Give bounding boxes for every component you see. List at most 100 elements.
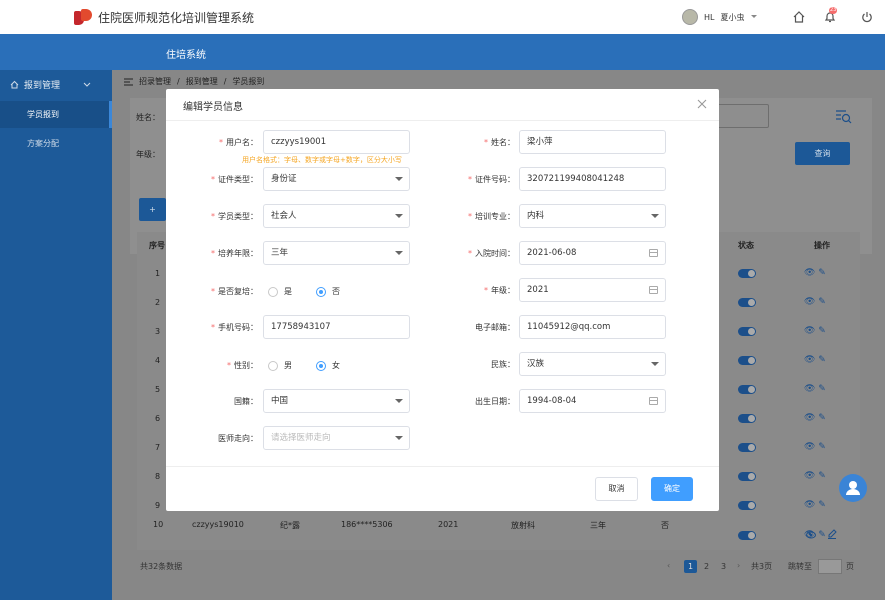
status-toggle[interactable] (738, 414, 756, 423)
grade-picker[interactable]: 2021 (519, 278, 666, 302)
repeat-no-radio[interactable]: 否 (316, 286, 340, 297)
app-title: 住院医师规范化培训管理系统 (98, 10, 255, 25)
query-button[interactable]: 查询 (795, 142, 850, 165)
chevron-down-icon (395, 177, 403, 181)
direction-label: 医师走向： (218, 434, 258, 443)
row-actions[interactable]: 👁 ✎ (804, 471, 826, 481)
row-actions[interactable]: 👁 ✎ (804, 268, 826, 278)
row-index: 5 (155, 385, 161, 394)
next-page-icon[interactable]: › (737, 561, 740, 570)
cancel-button[interactable]: 取消 (595, 477, 638, 501)
close-icon[interactable] (697, 99, 707, 109)
page-count: 共3页 (751, 562, 773, 571)
power-icon[interactable] (860, 10, 874, 24)
username-input[interactable]: czzyys19001 (263, 130, 410, 154)
chevron-down-icon (651, 214, 659, 218)
direction-select[interactable]: 请选择医师走向 (263, 426, 410, 450)
user-menu[interactable]: HL 夏小虫 (682, 9, 758, 25)
row-actions[interactable]: 👁 ✎ (804, 355, 826, 365)
sidebar-item-plan-assignment[interactable]: 方案分配 (0, 130, 112, 157)
nationality-select[interactable]: 中国 (263, 389, 410, 413)
years-select[interactable]: 三年 (263, 241, 410, 265)
page-3[interactable]: 3 (717, 560, 730, 573)
row-actions[interactable]: 👁 ✎ (804, 326, 826, 336)
breadcrumb: 招录管理 / 报到管理 / 学员报到 (124, 76, 264, 87)
dialog-title: 编辑学员信息 (183, 102, 243, 113)
search-filter-icon[interactable] (836, 110, 852, 124)
phone-input[interactable]: 17758943107 (263, 315, 410, 339)
row-actions[interactable]: 👁 ✎ (804, 500, 826, 510)
row-actions[interactable]: 👁 ✎ (804, 384, 826, 394)
dialog-header: 编辑学员信息 (166, 89, 719, 121)
avatar (682, 9, 698, 25)
gender-female-radio[interactable]: 女 (316, 360, 340, 371)
status-toggle[interactable] (738, 472, 756, 481)
goto-page-input[interactable] (818, 559, 842, 574)
cell-index: 10 (153, 520, 164, 529)
row-index: 1 (155, 269, 161, 278)
status-toggle[interactable] (738, 356, 756, 365)
birthday-picker[interactable]: 1994-08-04 (519, 389, 666, 413)
cell-phone: 186****5306 (341, 520, 393, 529)
status-toggle[interactable] (738, 298, 756, 307)
help-float-button[interactable] (839, 474, 867, 502)
status-toggle[interactable] (738, 443, 756, 452)
edit-icon[interactable] (827, 529, 837, 539)
breadcrumb-item[interactable]: 报到管理 (186, 76, 218, 87)
row-index: 9 (155, 501, 161, 510)
repeat-yes-radio[interactable]: 是 (268, 286, 292, 297)
student-type-label: * 学员类型： (211, 212, 258, 221)
app-logo (74, 9, 92, 25)
enroll-date-label: * 入院时间： (468, 249, 515, 258)
sidebar-item-student-checkin[interactable]: 学员报到 (0, 101, 112, 128)
email-input[interactable]: 11045912@qq.com (519, 315, 666, 339)
row-actions[interactable]: 👁 ✎ (804, 413, 826, 423)
user-name: 夏小虫 (720, 12, 745, 22)
row-index: 6 (155, 414, 161, 423)
chevron-down-icon (395, 251, 403, 255)
page-2[interactable]: 2 (700, 560, 713, 573)
name-input[interactable]: 梁小萍 (519, 130, 666, 154)
chevron-down-icon (751, 15, 758, 18)
breadcrumb-item[interactable]: 招录管理 (139, 76, 171, 87)
radio-circle-checked (316, 360, 326, 371)
chevron-down-icon (651, 362, 659, 366)
status-toggle[interactable] (738, 269, 756, 278)
row-index: 7 (155, 443, 161, 452)
row-actions[interactable]: 👁 ✎ (804, 442, 826, 452)
cell-repeat: 否 (661, 521, 669, 530)
cell-major: 放射科 (511, 521, 535, 530)
student-type-select[interactable]: 社会人 (263, 204, 410, 228)
id-type-select[interactable]: 身份证 (263, 167, 410, 191)
status-toggle[interactable] (738, 327, 756, 336)
breadcrumb-separator: / (223, 77, 227, 86)
cell-years: 三年 (590, 521, 606, 530)
name-label: * 姓名： (484, 138, 515, 147)
prev-page-icon[interactable]: ‹ (667, 561, 670, 570)
id-number-input[interactable]: 320721199408041248 (519, 167, 666, 191)
row-index: 3 (155, 327, 161, 336)
sidebar-menu-registration[interactable]: 报到管理 (10, 78, 91, 91)
add-student-button[interactable]: + (139, 198, 166, 221)
page-1[interactable]: 1 (684, 560, 697, 573)
confirm-button[interactable]: 确定 (651, 477, 693, 501)
cell-grade: 2021 (438, 520, 459, 529)
status-toggle[interactable] (738, 531, 756, 540)
chevron-down-icon (395, 214, 403, 218)
filter-select[interactable] (712, 104, 769, 128)
home-icon[interactable] (792, 10, 806, 24)
email-label: 电子邮箱： (475, 323, 515, 332)
row-index: 4 (155, 356, 161, 365)
row-index: 2 (155, 298, 161, 307)
ethnicity-select[interactable]: 汉族 (519, 352, 666, 376)
gender-male-radio[interactable]: 男 (268, 360, 292, 371)
view-icon[interactable] (806, 531, 816, 539)
major-select[interactable]: 内科 (519, 204, 666, 228)
status-toggle[interactable] (738, 385, 756, 394)
home-icon (10, 80, 19, 89)
enroll-date-picker[interactable]: 2021-06-08 (519, 241, 666, 265)
row-actions[interactable]: 👁 ✎ (804, 297, 826, 307)
tab-training-system[interactable]: 住培系统 (166, 46, 206, 61)
menu-icon[interactable] (124, 78, 133, 86)
status-toggle[interactable] (738, 501, 756, 510)
